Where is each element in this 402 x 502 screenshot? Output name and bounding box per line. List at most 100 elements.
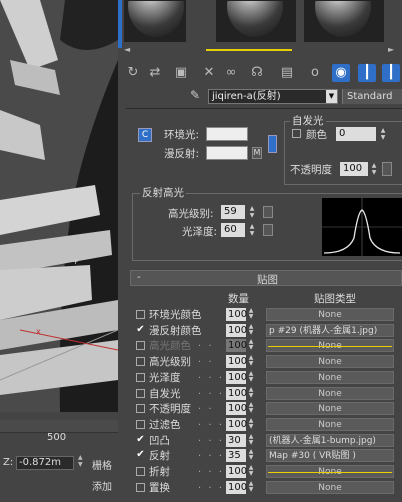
rollout-collapse-toggle[interactable]: - [137, 272, 141, 283]
map-enable-checkbox[interactable] [136, 389, 145, 398]
copy-material-icon[interactable]: ∞ [222, 64, 240, 82]
map-amount-field[interactable]: 100 [226, 371, 247, 384]
lock-diffuse-button[interactable] [268, 135, 277, 153]
map-amount-spinner[interactable]: ▲ ▼ [247, 434, 255, 447]
map-amount-field[interactable]: 100 [226, 324, 247, 337]
leader-dots: . . [198, 354, 214, 365]
diffuse-color-swatch[interactable] [206, 146, 248, 160]
map-amount-spinner[interactable]: ▲ ▼ [247, 308, 255, 321]
get-material-icon[interactable]: ↻ [124, 64, 142, 82]
map-amount-field[interactable]: 100 [226, 355, 247, 368]
sample-scroll-bar[interactable] [206, 49, 292, 51]
specular-level-field[interactable]: 59 [221, 205, 245, 219]
ambient-color-swatch[interactable] [206, 127, 248, 141]
material-type-button[interactable]: Standard [342, 89, 402, 104]
material-sample-slot-2[interactable] [216, 0, 296, 42]
map-enable-checkbox[interactable] [136, 467, 145, 476]
map-channel-label: 反射 [149, 450, 170, 462]
map-slot-button[interactable]: None [266, 402, 394, 415]
map-amount-spinner[interactable]: ▲ ▼ [247, 387, 255, 400]
opacity-field[interactable]: 100 [340, 162, 368, 176]
lock-color-button[interactable]: C [138, 128, 152, 142]
self-illum-color-checkbox[interactable] [292, 129, 301, 138]
map-amount-spinner[interactable]: ▲ ▼ [247, 371, 255, 384]
map-amount-field[interactable]: 100 [226, 387, 247, 400]
material-sample-slot-1[interactable] [124, 0, 186, 42]
put-to-library-icon[interactable]: ▤ [278, 64, 296, 82]
self-illum-spinner[interactable]: ▲ ▼ [379, 127, 387, 141]
material-sample-slot-3[interactable] [304, 0, 384, 42]
opacity-spinner[interactable]: ▲ ▼ [370, 162, 378, 176]
scroll-right-icon[interactable]: ► [388, 45, 394, 54]
glossiness-map-button[interactable] [263, 224, 273, 236]
glossiness-spinner[interactable]: ▲ ▼ [248, 223, 256, 237]
map-slot-button[interactable]: None [266, 387, 394, 400]
map-enable-checkbox[interactable] [136, 483, 145, 492]
time-ruler[interactable]: 500 [0, 420, 118, 443]
z-spinner[interactable]: ▲ ▼ [78, 454, 86, 468]
specular-level-spinner[interactable]: ▲ ▼ [248, 205, 256, 219]
map-enable-checkbox[interactable] [136, 357, 145, 366]
map-slot-button[interactable]: None [266, 371, 394, 384]
reset-map-icon[interactable]: ✕ [200, 64, 218, 82]
map-amount-field[interactable]: 100 [226, 481, 247, 494]
map-slot-button[interactable]: Map #30 ( VR贴图 ) [266, 449, 394, 462]
assign-material-icon[interactable]: ▣ [172, 64, 190, 82]
map-enable-checkbox[interactable]: ✔ [136, 435, 145, 445]
opacity-map-button[interactable] [382, 162, 392, 176]
map-slot-button[interactable]: (机器人-金属1-bump.jpg) [266, 434, 394, 447]
map-enable-checkbox[interactable] [136, 373, 145, 382]
map-channel-row: 高光级别 . . 100 ▲ ▼ None [118, 354, 402, 368]
map-amount-spinner[interactable]: ▲ ▼ [247, 402, 255, 415]
map-amount-field[interactable]: 100 [226, 308, 247, 321]
specular-level-map-button[interactable] [263, 206, 273, 218]
add-label[interactable]: 添加 [92, 478, 112, 493]
map-amount-spinner[interactable]: ▲ ▼ [247, 418, 255, 431]
make-unique-icon[interactable]: ☊ [248, 64, 266, 82]
map-amount-field[interactable]: 100 [226, 465, 247, 478]
material-id-icon[interactable]: o [306, 64, 324, 82]
eyedropper-icon[interactable]: ✎ [190, 88, 200, 102]
show-map-icon[interactable]: ◉ [332, 64, 350, 82]
map-amount-spinner[interactable]: ▲ ▼ [247, 355, 255, 368]
map-amount-spinner[interactable]: ▲ ▼ [247, 481, 255, 494]
map-enable-checkbox[interactable] [136, 404, 145, 413]
z-coordinate-field[interactable]: -0.872m [16, 456, 74, 470]
map-amount-spinner[interactable]: ▲ ▼ [247, 449, 255, 462]
map-enable-checkbox[interactable]: ✔ [136, 325, 145, 335]
glossiness-label: 光泽度: [182, 226, 218, 238]
put-to-scene-icon[interactable]: ⇄ [146, 64, 164, 82]
material-name-dropdown-arrow[interactable]: ▼ [326, 90, 337, 103]
amount-column-header: 数量 [228, 293, 249, 305]
map-slot-button[interactable]: None [266, 355, 394, 368]
map-slot-button[interactable]: p #29 (机器人-金属1.jpg) [266, 324, 394, 337]
go-to-parent-icon[interactable]: ┃ [382, 64, 400, 82]
map-enable-checkbox[interactable] [136, 420, 145, 429]
map-enable-checkbox[interactable] [136, 341, 145, 350]
map-amount-spinner[interactable]: ▲ ▼ [247, 465, 255, 478]
scroll-left-icon[interactable]: ◄ [124, 45, 130, 54]
glossiness-field[interactable]: 60 [221, 223, 245, 237]
self-illum-value-field[interactable]: 0 [336, 127, 376, 141]
map-slot-button[interactable]: None [266, 481, 394, 494]
map-amount-field[interactable]: 100 [226, 402, 247, 415]
map-amount-field[interactable]: 35 [226, 449, 246, 462]
map-enable-checkbox[interactable] [136, 310, 145, 319]
material-name-field[interactable]: jiqiren-a(反射) [208, 89, 338, 104]
map-enable-checkbox[interactable]: ✔ [136, 450, 145, 460]
map-amount-field[interactable]: 30 [226, 434, 246, 447]
map-slot-button[interactable]: None [266, 418, 394, 431]
map-amount-spinner[interactable]: ▲ ▼ [247, 324, 255, 337]
maps-rollout-header[interactable]: - 贴图 [130, 270, 402, 286]
opacity-label: 不透明度 [290, 164, 332, 176]
map-amount-spinner[interactable]: ▲ ▼ [247, 339, 255, 352]
material-editor-panel: ◄ ► ↻ ⇄ ▣ ✕ ∞ ☊ ▤ o ◉ ┃ ┃ ✎ jiqiren-a(反射… [118, 0, 402, 502]
leader-dots: . . . [198, 370, 224, 381]
diffuse-map-button[interactable]: M [252, 147, 262, 159]
map-amount-field[interactable]: 100 [226, 418, 247, 431]
show-end-result-icon[interactable]: ┃ [358, 64, 376, 82]
3d-viewport[interactable]: x + [0, 0, 118, 412]
map-amount-field[interactable]: 100 [226, 339, 247, 352]
map-slot-button[interactable]: None [266, 308, 394, 321]
map-channel-row: ✔ 凹凸. . . . 30 ▲ ▼ (机器人-金属1-bump.jpg) [118, 433, 402, 447]
